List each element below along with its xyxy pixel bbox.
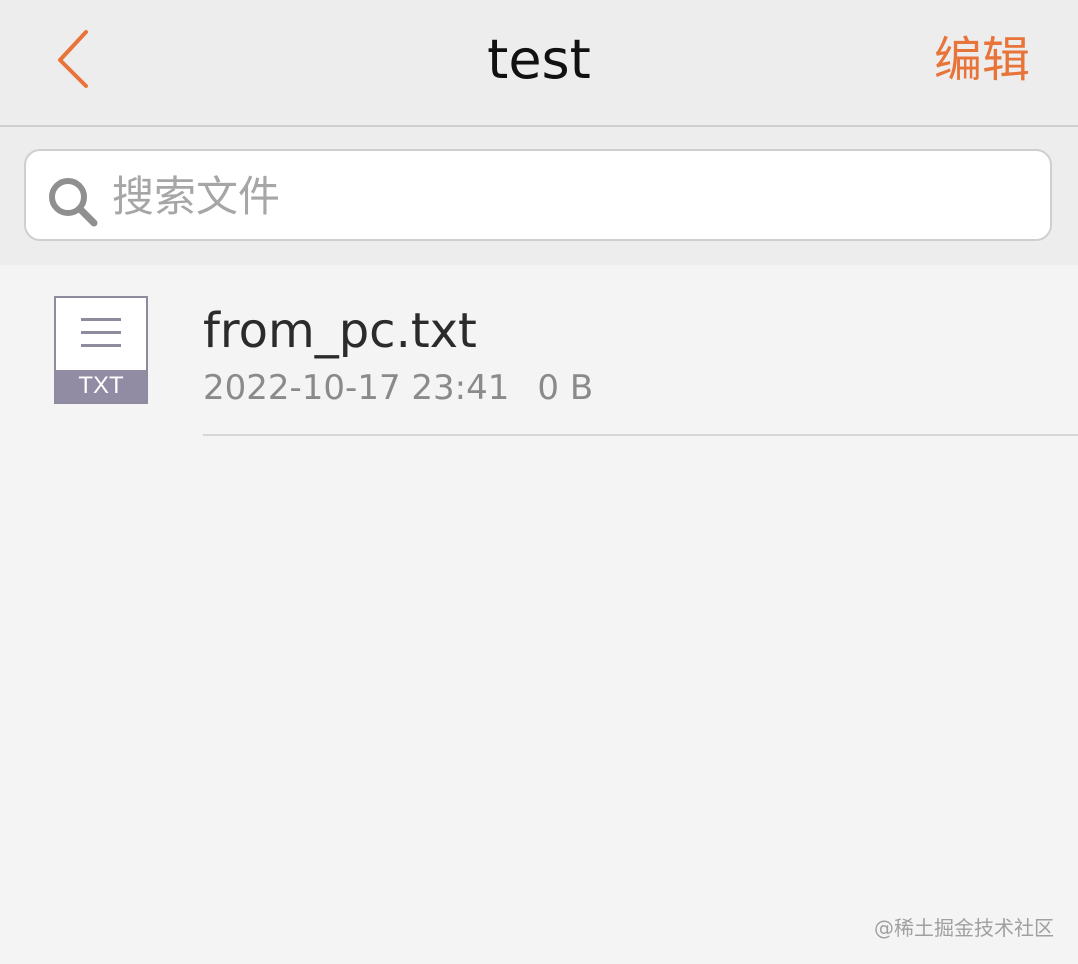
divider [203, 434, 1078, 436]
file-list: TXT from_pc.txt 2022-10-17 23:41 0 B [0, 265, 1078, 437]
file-name: from_pc.txt [203, 303, 477, 359]
file-meta: 2022-10-17 23:41 0 B [203, 368, 593, 408]
txt-file-icon: TXT [54, 296, 148, 404]
edit-button[interactable]: 编辑 [934, 30, 1030, 90]
search-input[interactable] [112, 165, 1012, 227]
search-icon [49, 178, 98, 227]
page-title: test [487, 28, 591, 91]
navigation-bar: test 编辑 [0, 0, 1078, 127]
watermark: @稀土掘金技术社区 [874, 916, 1054, 940]
file-type-label: TXT [56, 370, 146, 402]
file-size: 0 B [537, 368, 594, 408]
list-item[interactable]: TXT from_pc.txt 2022-10-17 23:41 0 B [0, 265, 1078, 437]
search-area [0, 127, 1078, 265]
file-date: 2022-10-17 23:41 [203, 368, 510, 408]
search-box[interactable] [24, 149, 1052, 241]
lines-icon [81, 318, 121, 357]
